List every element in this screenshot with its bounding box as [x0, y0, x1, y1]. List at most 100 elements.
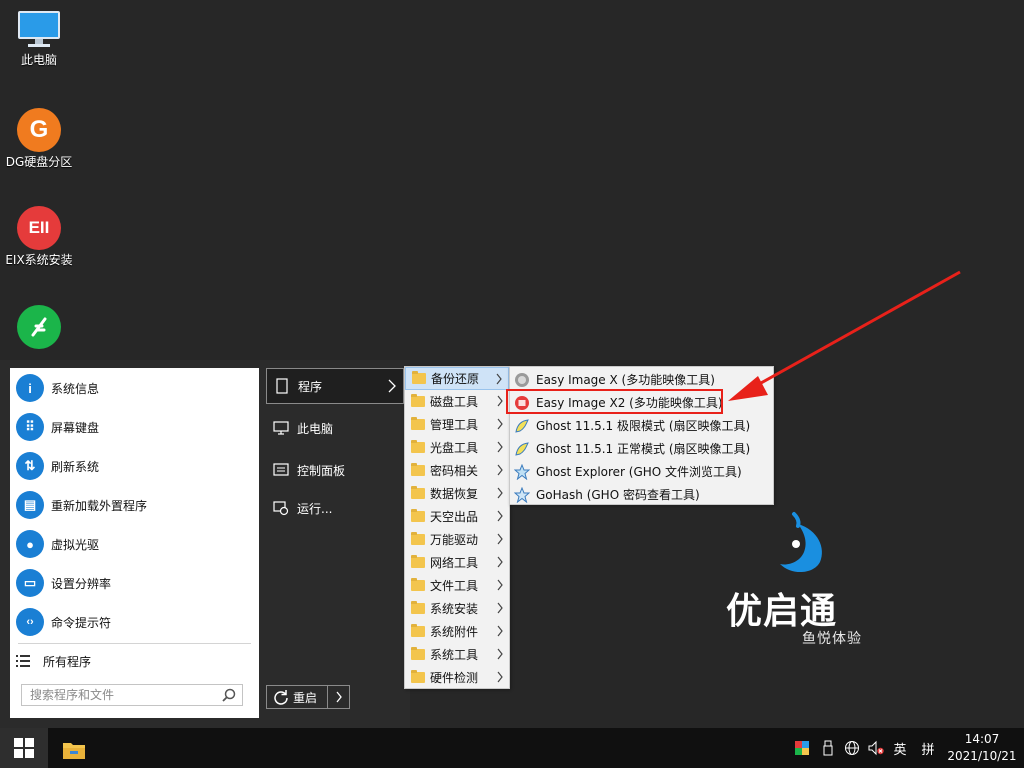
folder-icon	[411, 601, 425, 614]
menu-item-label: 此电脑	[297, 421, 334, 436]
submenu-item-folder[interactable]: 磁盘工具	[405, 390, 509, 413]
all-programs-button[interactable]: 所有程序	[10, 648, 259, 674]
submenu-item-label: 光盘工具	[430, 441, 479, 455]
menu-item-control-panel[interactable]: 控制面板	[266, 452, 404, 488]
folder-icon	[411, 417, 425, 430]
chevron-right-icon	[496, 373, 502, 385]
submenu-item-folder[interactable]: 光盘工具	[405, 436, 509, 459]
menu-item-gohash[interactable]: GoHash (GHO 密码查看工具)	[510, 483, 773, 506]
volume-muted-icon[interactable]	[866, 728, 886, 768]
chevron-right-icon	[388, 379, 396, 393]
restart-label: 重启	[293, 690, 318, 705]
submenu-item-folder[interactable]: 系统安装	[405, 597, 509, 620]
ime-mode[interactable]: 拼	[918, 728, 938, 768]
menu-item-refresh-system[interactable]: ⇅ 刷新系统	[10, 448, 259, 484]
submenu-item-folder[interactable]: 网络工具	[405, 551, 509, 574]
submenu-item-folder[interactable]: 密码相关	[405, 459, 509, 482]
menu-item-cmd[interactable]: ‹› 命令提示符	[10, 604, 259, 640]
chevron-right-icon	[497, 533, 503, 545]
menu-item-programs[interactable]: 程序	[266, 368, 404, 404]
chevron-right-icon	[497, 625, 503, 637]
menu-item-label: 运行...	[297, 501, 333, 516]
chevron-right-icon	[497, 418, 503, 430]
taskbar: 英 拼 14:07 2021/10/21	[0, 728, 1024, 768]
tray-color-icon[interactable]	[792, 728, 812, 768]
folder-icon	[411, 463, 425, 476]
green-tool-icon	[17, 305, 61, 349]
list-icon	[16, 655, 30, 667]
menu-item-label: 重新加载外置程序	[51, 498, 148, 513]
start-button[interactable]	[0, 728, 48, 768]
highlight-box	[506, 389, 723, 414]
ghost-explorer-icon	[514, 463, 530, 480]
submenu-item-folder[interactable]: 数据恢复	[405, 482, 509, 505]
menu-item-label: 命令提示符	[51, 615, 112, 630]
desktop-icon-this-pc[interactable]: 此电脑	[2, 10, 76, 67]
chevron-right-icon	[497, 510, 503, 522]
submenu-item-label: 备份还原	[431, 372, 480, 386]
search-icon[interactable]	[222, 688, 236, 702]
taskbar-clock[interactable]: 14:07 2021/10/21	[942, 731, 1022, 765]
menu-item-easy-image-x[interactable]: Easy Image X (多功能映像工具)	[510, 368, 773, 391]
usb-icon[interactable]	[818, 728, 838, 768]
network-icon[interactable]	[842, 728, 862, 768]
folder-icon	[411, 394, 425, 407]
submenu-item-folder[interactable]: 管理工具	[405, 413, 509, 436]
chevron-right-icon	[497, 395, 503, 407]
monitor-icon	[18, 11, 60, 47]
menu-item-screen-keyboard[interactable]: ⠿ 屏幕键盘	[10, 409, 259, 445]
computer-icon	[273, 421, 289, 435]
menu-item-virtual-drive[interactable]: ● 虚拟光驱	[10, 526, 259, 562]
folder-icon	[411, 624, 425, 637]
start-menu-left-pane: i 系统信息 ⠿ 屏幕键盘 ⇅ 刷新系统 ▤ 重新加载外置程序 ● 虚拟光驱 ▭…	[10, 368, 259, 718]
search-input[interactable]	[22, 685, 212, 705]
taskbar-file-explorer[interactable]	[56, 732, 92, 768]
run-icon	[273, 501, 289, 516]
menu-item-label: 虚拟光驱	[51, 537, 100, 552]
menu-item-system-info[interactable]: i 系统信息	[10, 370, 259, 406]
menu-item-run[interactable]: 运行...	[266, 490, 404, 526]
menu-item-reload-external[interactable]: ▤ 重新加载外置程序	[10, 487, 259, 523]
menu-item-label: 屏幕键盘	[51, 420, 100, 435]
programs-submenu: 备份还原磁盘工具管理工具光盘工具密码相关数据恢复天空出品 万能驱动 网络工具 文件工具…	[404, 366, 510, 689]
submenu-item-folder[interactable]: 硬件检测	[405, 666, 509, 689]
menu-item-ghost-normal[interactable]: Ghost 11.5.1 正常模式 (扇区映像工具)	[510, 437, 773, 460]
folder-icon	[411, 440, 425, 453]
chevron-right-icon	[497, 602, 503, 614]
submenu-item-label: 密码相关	[430, 464, 479, 478]
keyboard-icon: ⠿	[16, 413, 44, 441]
clock-date: 2021/10/21	[947, 749, 1017, 763]
chevron-right-icon	[497, 487, 503, 499]
submenu-item-label: 磁盘工具	[430, 395, 479, 409]
desktop-icon-eix-install[interactable]: EII EIX系统安装	[2, 206, 76, 267]
submenu-item-folder[interactable]: 万能驱动	[405, 528, 509, 551]
submenu-item-folder[interactable]: 天空出品	[405, 505, 509, 528]
submenu-item-label: 管理工具	[430, 418, 479, 432]
restart-button[interactable]: 重启	[266, 685, 328, 709]
folder-icon	[412, 371, 426, 384]
menu-item-this-pc[interactable]: 此电脑	[266, 410, 404, 446]
menu-item-set-resolution[interactable]: ▭ 设置分辨率	[10, 565, 259, 601]
menu-item-ghost-extreme[interactable]: Ghost 11.5.1 极限模式 (扇区映像工具)	[510, 414, 773, 437]
submenu-item-folder[interactable]: 文件工具	[405, 574, 509, 597]
menu-item-label: 设置分辨率	[51, 576, 112, 591]
submenu-item-folder[interactable]: 备份还原	[405, 367, 509, 390]
submenu-item-label: 数据恢复	[430, 487, 479, 501]
search-box	[21, 684, 243, 706]
desktop-icon-green-tool[interactable]	[2, 305, 76, 349]
desktop-icon-dg-partition[interactable]: G DG硬盘分区	[2, 108, 76, 169]
menu-item-label: Easy Image X (多功能映像工具)	[536, 373, 715, 387]
menu-item-label: 刷新系统	[51, 459, 100, 474]
dg-partition-icon: G	[17, 108, 61, 152]
submenu-item-folder[interactable]: 系统附件	[405, 620, 509, 643]
power-options-button[interactable]	[328, 685, 350, 709]
folder-icon	[411, 578, 425, 591]
submenu-item-folder[interactable]: 系统工具	[405, 643, 509, 666]
menu-item-ghost-explorer[interactable]: Ghost Explorer (GHO 文件浏览工具)	[510, 460, 773, 483]
ime-language[interactable]: 英	[890, 728, 910, 768]
easy-image-x-icon	[515, 372, 529, 387]
brand-name: 优启通	[726, 591, 838, 632]
control-panel-icon	[273, 463, 289, 476]
folder-icon	[411, 509, 425, 522]
menu-item-label: Ghost 11.5.1 极限模式 (扇区映像工具)	[536, 419, 751, 433]
